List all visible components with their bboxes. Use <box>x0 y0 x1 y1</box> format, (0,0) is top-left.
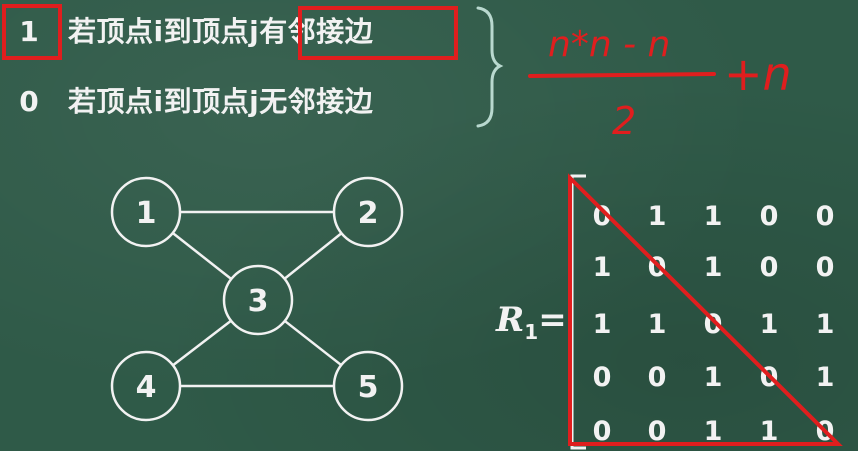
curly-brace <box>476 6 504 128</box>
matrix-cell-r1-c4: 0 <box>760 201 779 232</box>
node-label-3: 3 <box>248 284 269 319</box>
matrix-cell-r3-c1: 1 <box>593 309 612 340</box>
matrix-cell-r1-c5: 0 <box>816 201 835 232</box>
node-label-4: 4 <box>136 370 157 405</box>
matrix-label: R1= <box>496 300 567 344</box>
edge-3-4 <box>172 319 232 367</box>
matrix-cell-r1-c3: 1 <box>704 201 723 232</box>
node-label-5: 5 <box>358 370 379 405</box>
handwritten-formula: n*n - n 2 +n <box>528 24 792 143</box>
matrix-left-bracket <box>570 174 586 450</box>
matrix-cell-r3-c2: 1 <box>648 309 667 340</box>
edge-2-3 <box>283 232 343 280</box>
matrix-cell-r4-c3: 1 <box>704 362 723 393</box>
matrix-cell-r3-c5: 1 <box>816 309 835 340</box>
matrix-cell-r2-c1: 1 <box>593 252 612 283</box>
matrix-cell-r4-c1: 0 <box>593 362 612 393</box>
graph-nodes: 1 2 3 4 5 <box>110 176 404 422</box>
matrix-label-equals: = <box>538 300 567 340</box>
matrix-cell-r4-c5: 1 <box>816 362 835 393</box>
formula-fraction-bar <box>528 72 716 78</box>
node-label-1: 1 <box>136 196 157 231</box>
diagram-canvas: n*n - n 2 +n 1 234 5 0 1 1 0 01 0 1 0 01 1 0 1 10 0 1 0 10… <box>110 6 843 450</box>
matrix-label-letter: R <box>496 300 525 340</box>
formula-numerator: n*n - n <box>548 24 670 65</box>
matrix-cell-r2-c3: 1 <box>704 252 723 283</box>
matrix-cell-r3-c4: 1 <box>760 309 779 340</box>
matrix-label-subscript: 1 <box>524 319 539 344</box>
node-label-2: 2 <box>358 196 379 231</box>
formula-denominator: 2 <box>612 99 636 143</box>
formula-tail: +n <box>724 47 792 101</box>
edge-1-3 <box>171 232 233 280</box>
matrix-cell-r2-c4: 0 <box>760 252 779 283</box>
matrix-cell-r4-c2: 0 <box>648 362 667 393</box>
matrix-cell-r2-c5: 0 <box>816 252 835 283</box>
edge-3-5 <box>284 319 342 367</box>
matrix-cell-r1-c2: 1 <box>648 201 667 232</box>
